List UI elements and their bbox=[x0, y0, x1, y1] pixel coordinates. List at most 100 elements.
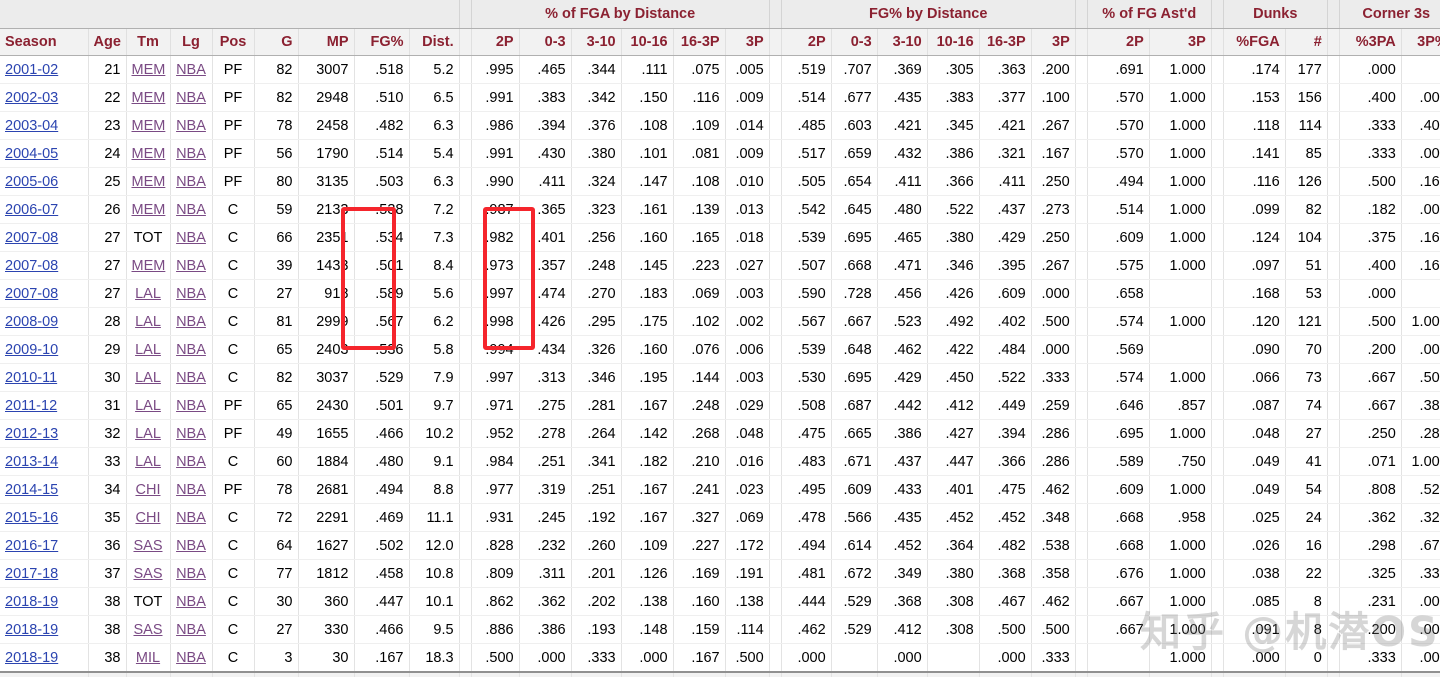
cell-team[interactable]: MEM bbox=[126, 195, 171, 224]
cell-team-link[interactable]: LAL bbox=[135, 342, 161, 358]
cell-season[interactable]: 2006-07 bbox=[0, 195, 89, 224]
col-header-dunks-count[interactable]: # bbox=[1285, 28, 1328, 56]
cell-season-link[interactable]: 2008-09 bbox=[5, 314, 58, 330]
cell-season-link[interactable]: 2018-19 bbox=[5, 594, 58, 610]
cell-league[interactable]: NBA bbox=[170, 559, 213, 588]
cell-team-link[interactable]: MEM bbox=[132, 258, 166, 274]
col-header-lg[interactable]: Lg bbox=[170, 28, 213, 56]
col-header-astd-2p[interactable]: 2P bbox=[1087, 28, 1150, 56]
cell-season-link[interactable]: 2007-08 bbox=[5, 286, 58, 302]
cell-league[interactable]: NBA bbox=[170, 167, 213, 196]
cell-season[interactable]: 2003-04 bbox=[0, 111, 89, 140]
cell-season-link[interactable]: 2002-03 bbox=[5, 90, 58, 106]
cell-team[interactable]: LAL bbox=[126, 419, 171, 448]
col-header-dunks-pct-fga[interactable]: %FGA bbox=[1223, 28, 1286, 56]
cell-league-link[interactable]: NBA bbox=[176, 398, 206, 414]
cell-league[interactable]: NBA bbox=[170, 251, 213, 280]
cell-season-link[interactable]: 2006-07 bbox=[5, 202, 58, 218]
cell-team-link[interactable]: MIL bbox=[136, 650, 160, 666]
cell-team-link[interactable]: MEM bbox=[132, 90, 166, 106]
cell-team-link[interactable]: MEM bbox=[132, 202, 166, 218]
cell-team[interactable]: SAS bbox=[126, 559, 171, 588]
col-header-g[interactable]: G bbox=[254, 28, 299, 56]
cell-league[interactable]: NBA bbox=[170, 419, 213, 448]
col-header-fga-0-3[interactable]: 0-3 bbox=[519, 28, 572, 56]
cell-team-link[interactable]: SAS bbox=[133, 622, 162, 638]
col-header-fgpct-0-3[interactable]: 0-3 bbox=[831, 28, 878, 56]
col-header-fga-16-3p[interactable]: 16-3P bbox=[673, 28, 726, 56]
cell-league-link[interactable]: NBA bbox=[176, 454, 206, 470]
cell-league-link[interactable]: NBA bbox=[176, 146, 206, 162]
cell-league-link[interactable]: NBA bbox=[176, 426, 206, 442]
cell-team[interactable]: LAL bbox=[126, 307, 171, 336]
cell-team[interactable]: LAL bbox=[126, 447, 171, 476]
cell-league-link[interactable]: NBA bbox=[176, 118, 206, 134]
cell-league[interactable]: NBA bbox=[170, 587, 213, 616]
cell-team-link[interactable]: LAL bbox=[135, 398, 161, 414]
cell-league[interactable]: NBA bbox=[170, 335, 213, 364]
cell-season[interactable]: 2007-08 bbox=[0, 279, 89, 308]
cell-team[interactable]: LAL bbox=[126, 363, 171, 392]
cell-season-link[interactable]: 2010-11 bbox=[5, 370, 57, 386]
cell-season-link[interactable]: 2018-19 bbox=[5, 650, 58, 666]
cell-league[interactable]: NBA bbox=[170, 531, 213, 560]
col-header-corner-3p-pct[interactable]: 3P% bbox=[1401, 28, 1440, 56]
cell-league[interactable]: NBA bbox=[170, 111, 213, 140]
cell-team[interactable]: LAL bbox=[126, 335, 171, 364]
cell-team-link[interactable]: LAL bbox=[135, 286, 161, 302]
cell-season[interactable]: 2005-06 bbox=[0, 167, 89, 196]
cell-season[interactable]: 2004-05 bbox=[0, 139, 89, 168]
cell-season[interactable]: 2007-08 bbox=[0, 223, 89, 252]
col-header-pos[interactable]: Pos bbox=[212, 28, 255, 56]
cell-team-link[interactable]: MEM bbox=[132, 62, 166, 78]
cell-season[interactable]: 2002-03 bbox=[0, 83, 89, 112]
cell-team[interactable]: MEM bbox=[126, 167, 171, 196]
cell-league-link[interactable]: NBA bbox=[176, 258, 206, 274]
cell-league[interactable]: NBA bbox=[170, 363, 213, 392]
cell-team[interactable]: CHI bbox=[126, 475, 171, 504]
cell-team[interactable]: MEM bbox=[126, 83, 171, 112]
cell-league-link[interactable]: NBA bbox=[176, 174, 206, 190]
cell-season[interactable]: 2015-16 bbox=[0, 503, 89, 532]
cell-league[interactable]: NBA bbox=[170, 503, 213, 532]
cell-team-link[interactable]: CHI bbox=[136, 510, 161, 526]
col-header-fga-3p[interactable]: 3P bbox=[725, 28, 770, 56]
col-header-fgpct-10-16[interactable]: 10-16 bbox=[927, 28, 980, 56]
cell-team[interactable]: SAS bbox=[126, 531, 171, 560]
col-header-fga-3-10[interactable]: 3-10 bbox=[571, 28, 622, 56]
cell-team-link[interactable]: MEM bbox=[132, 118, 166, 134]
col-header-fg-pct[interactable]: FG% bbox=[354, 28, 410, 56]
col-header-corner-pct-3pa[interactable]: %3PA bbox=[1339, 28, 1402, 56]
cell-season-link[interactable]: 2004-05 bbox=[5, 146, 58, 162]
cell-team-link[interactable]: SAS bbox=[133, 566, 162, 582]
cell-season-link[interactable]: 2015-16 bbox=[5, 510, 58, 526]
cell-league[interactable]: NBA bbox=[170, 139, 213, 168]
cell-league-link[interactable]: NBA bbox=[176, 286, 206, 302]
cell-league[interactable]: NBA bbox=[170, 279, 213, 308]
cell-season-link[interactable]: 2011-12 bbox=[5, 398, 57, 414]
cell-season[interactable]: 2018-19 bbox=[0, 615, 89, 644]
cell-league-link[interactable]: NBA bbox=[176, 650, 206, 666]
cell-league-link[interactable]: NBA bbox=[176, 566, 206, 582]
cell-team-link[interactable]: SAS bbox=[133, 538, 162, 554]
cell-season[interactable]: 2017-18 bbox=[0, 559, 89, 588]
cell-season[interactable]: 2018-19 bbox=[0, 587, 89, 616]
cell-team[interactable]: MIL bbox=[126, 643, 171, 673]
cell-league-link[interactable]: NBA bbox=[176, 90, 206, 106]
cell-league-link[interactable]: NBA bbox=[176, 314, 206, 330]
cell-season-link[interactable]: 2013-14 bbox=[5, 454, 58, 470]
cell-season[interactable]: 2008-09 bbox=[0, 307, 89, 336]
cell-league[interactable]: NBA bbox=[170, 475, 213, 504]
cell-league-link[interactable]: NBA bbox=[176, 342, 206, 358]
cell-league-link[interactable]: NBA bbox=[176, 594, 206, 610]
cell-league-link[interactable]: NBA bbox=[176, 482, 206, 498]
cell-season[interactable]: 2014-15 bbox=[0, 475, 89, 504]
col-header-fgpct-16-3p[interactable]: 16-3P bbox=[979, 28, 1032, 56]
cell-season[interactable]: 2007-08 bbox=[0, 251, 89, 280]
cell-season[interactable]: 2018-19 bbox=[0, 643, 89, 673]
cell-league[interactable]: NBA bbox=[170, 643, 213, 673]
col-header-dist[interactable]: Dist. bbox=[409, 28, 460, 56]
cell-season-link[interactable]: 2009-10 bbox=[5, 342, 58, 358]
cell-league[interactable]: NBA bbox=[170, 223, 213, 252]
col-header-fgpct-3-10[interactable]: 3-10 bbox=[877, 28, 928, 56]
